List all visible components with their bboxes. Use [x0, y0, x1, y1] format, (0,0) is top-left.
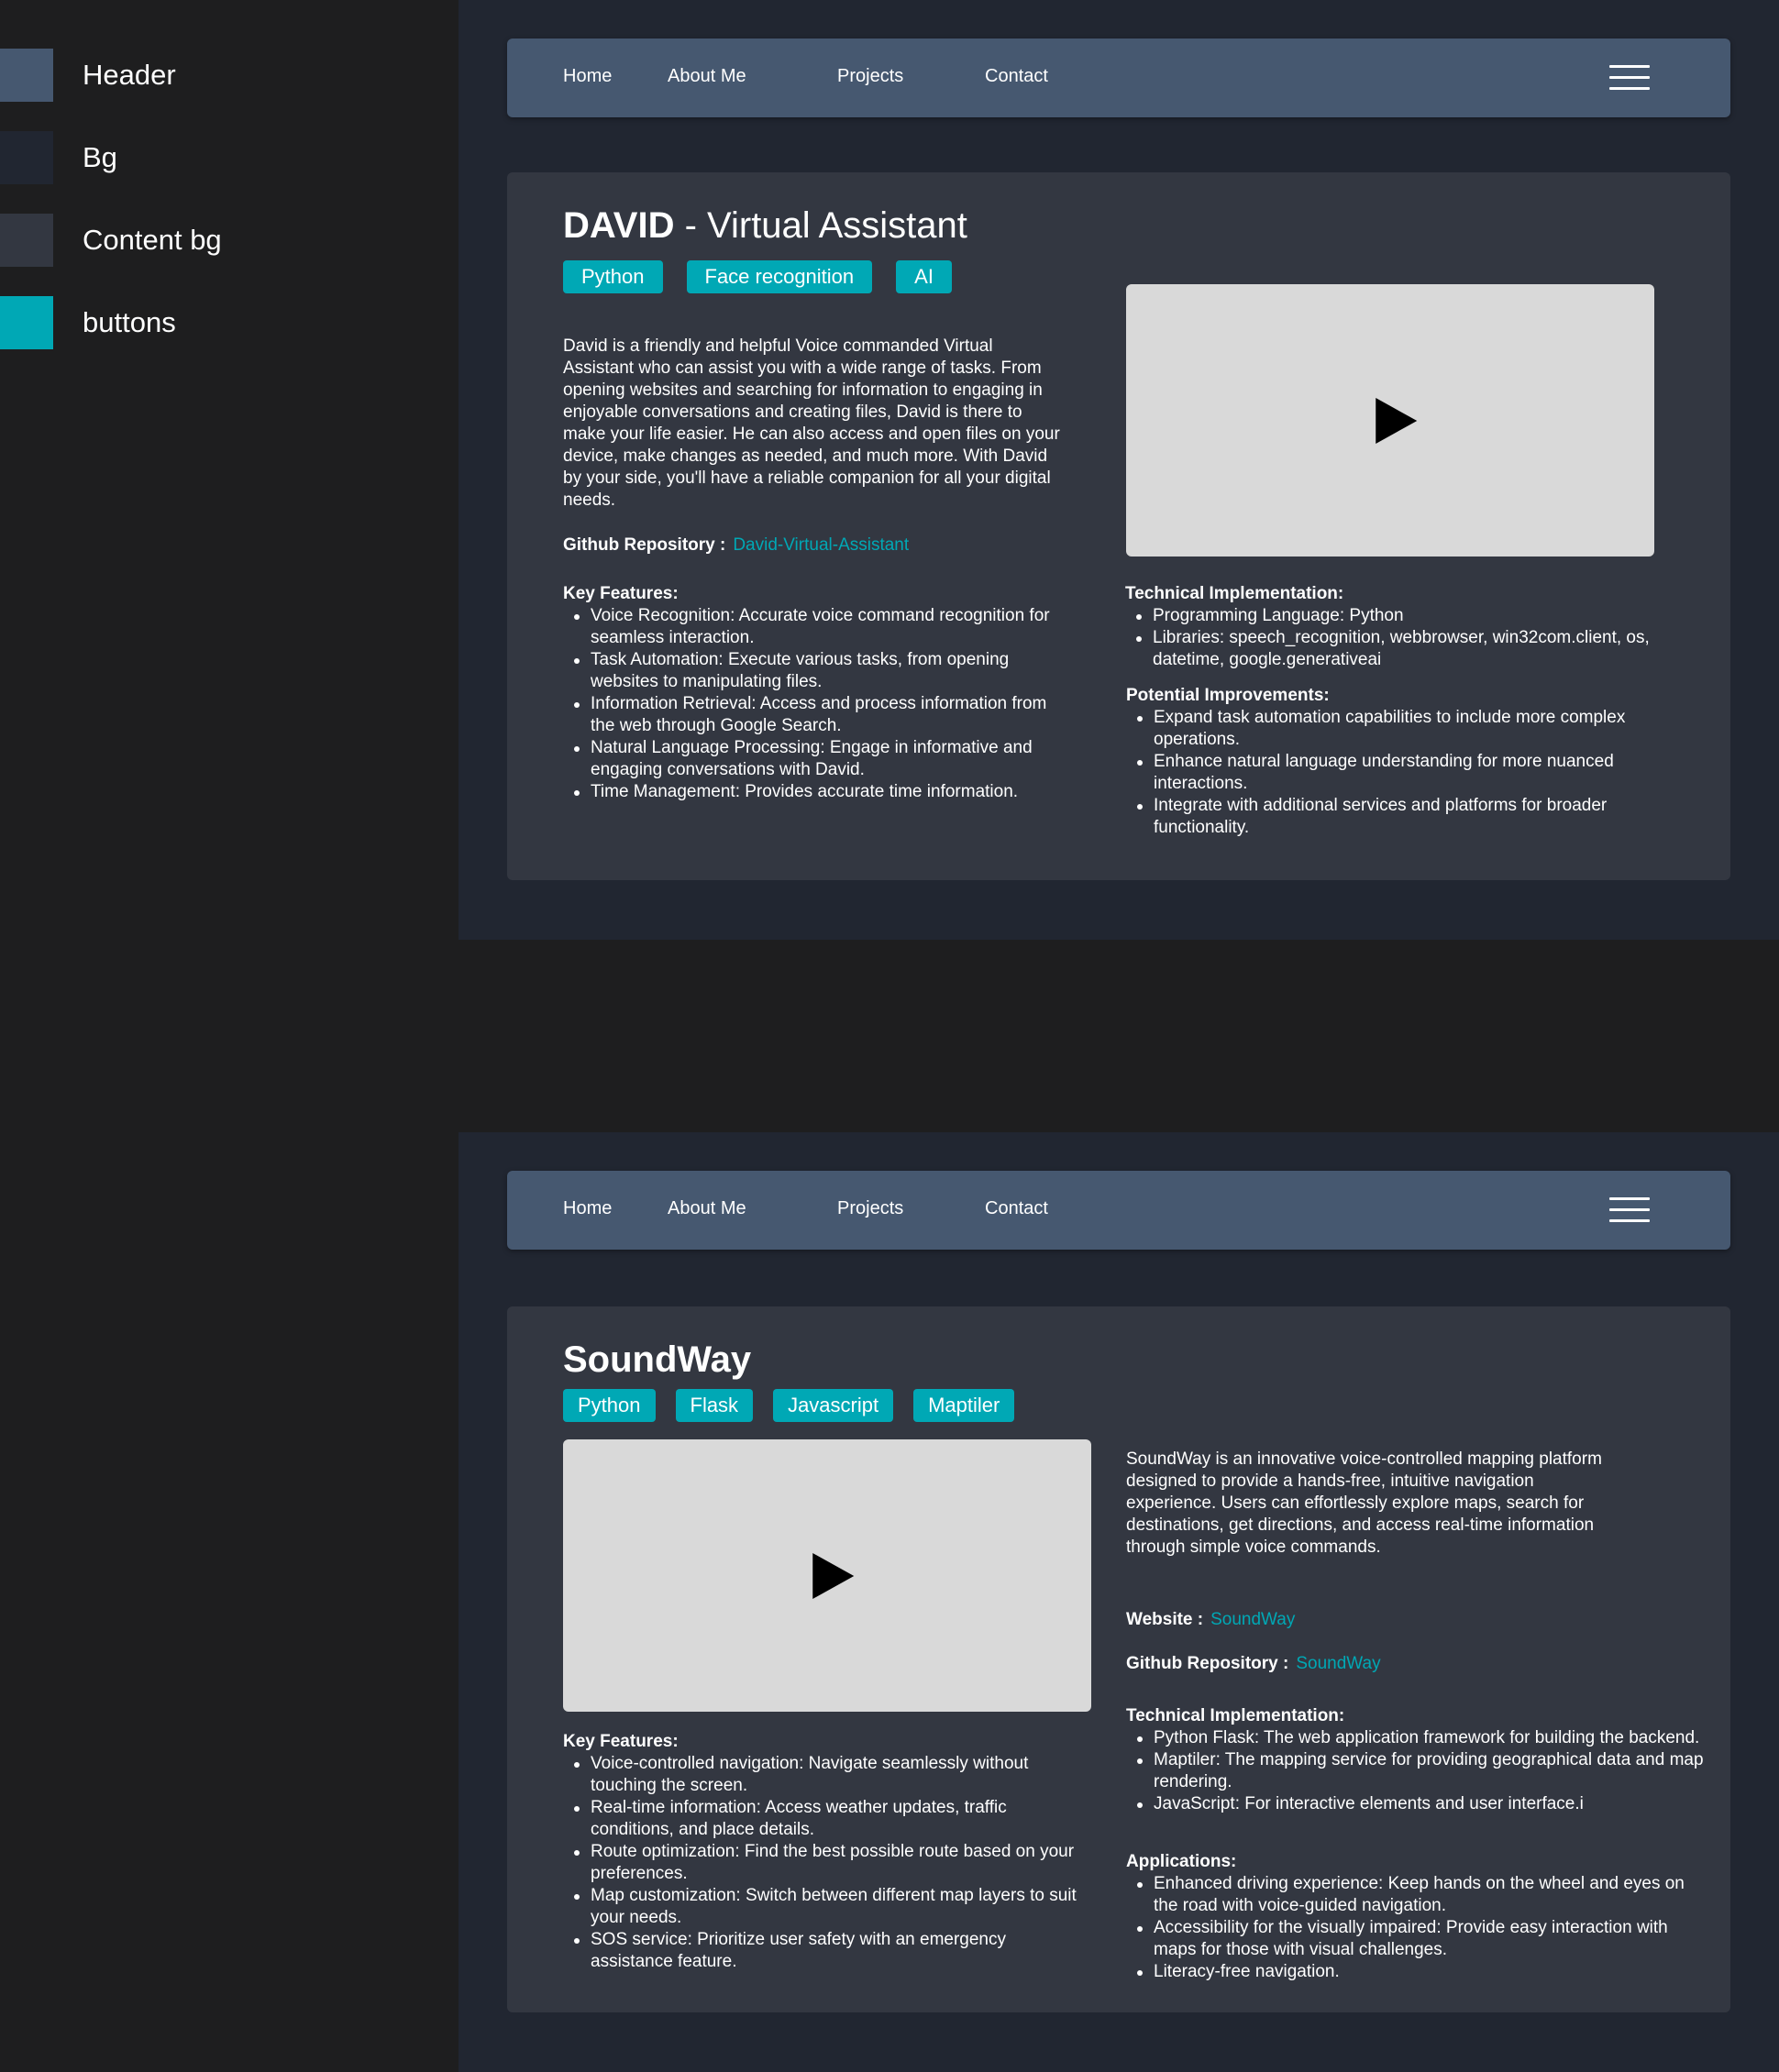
list-item: Voice Recognition: Accurate voice comman…: [563, 605, 1058, 649]
website-link[interactable]: SoundWay: [1210, 1610, 1295, 1629]
website-row: Website : SoundWay: [1126, 1610, 1295, 1630]
project-page-david: Home About Me Projects Contact DAVID - V…: [459, 0, 1779, 940]
list-item: Libraries: speech_recognition, webbrowse…: [1125, 627, 1694, 671]
swatch-buttons: [0, 296, 53, 349]
key-features-section: Key Features: Voice-controlled navigatio…: [563, 1731, 1077, 1973]
improvements-heading: Potential Improvements:: [1126, 686, 1330, 705]
tag-button[interactable]: Javascript: [773, 1389, 894, 1422]
list-item: Task Automation: Execute various tasks, …: [563, 649, 1058, 693]
swatch-bg: [0, 131, 53, 184]
nav-projects-link[interactable]: Projects: [837, 66, 903, 87]
project-description: SoundWay is an innovative voice-controll…: [1126, 1449, 1602, 1557]
nav-contact-link[interactable]: Contact: [985, 66, 1048, 87]
tech-implementation-section: Technical Implementation: Programming La…: [1125, 583, 1694, 671]
palette-row-content-bg: Content bg: [0, 214, 222, 267]
nav-home-link[interactable]: Home: [563, 66, 612, 87]
project-description: David is a friendly and helpful Voice co…: [563, 336, 1060, 510]
github-link[interactable]: David-Virtual-Assistant: [733, 535, 909, 555]
nav-projects-link[interactable]: Projects: [837, 1198, 903, 1219]
nav-about-link[interactable]: About Me: [668, 1198, 746, 1219]
github-label: Github Repository :: [563, 535, 726, 555]
palette-row-header: Header: [0, 49, 176, 102]
list-item: Maptiler: The mapping service for provid…: [1126, 1749, 1704, 1793]
project-title-rest: - Virtual Assistant: [674, 205, 967, 246]
list-item: JavaScript: For interactive elements and…: [1126, 1793, 1704, 1815]
swatch-label: Header: [83, 59, 176, 91]
swatch-content-bg: [0, 214, 53, 267]
nav-header: Home About Me Projects Contact: [507, 1171, 1730, 1250]
nav-home-link[interactable]: Home: [563, 1198, 612, 1219]
color-palette-legend: Header Bg Content bg buttons: [0, 0, 459, 2072]
list-item: Enhanced driving experience: Keep hands …: [1126, 1873, 1704, 1917]
github-label: Github Repository :: [1126, 1654, 1289, 1673]
swatch-header: [0, 49, 53, 102]
play-icon[interactable]: [812, 1552, 855, 1599]
key-features-section: Key Features: Voice Recognition: Accurat…: [563, 583, 1058, 803]
list-item: Accessibility for the visually impaired:…: [1126, 1917, 1704, 1961]
list-item: Literacy-free navigation.: [1126, 1961, 1704, 1983]
nav-contact-link[interactable]: Contact: [985, 1198, 1048, 1219]
improvements-section: Potential Improvements: Expand task auto…: [1126, 685, 1695, 839]
project-title: DAVID - Virtual Assistant: [563, 205, 967, 247]
project-title: SoundWay: [563, 1339, 751, 1381]
github-row: Github Repository : David-Virtual-Assista…: [563, 535, 909, 556]
list-item: Map customization: Switch between differ…: [563, 1885, 1077, 1929]
website-label: Website :: [1126, 1610, 1204, 1629]
list-item: Enhance natural language understanding f…: [1126, 751, 1695, 795]
list-item: Real-time information: Access weather up…: [563, 1797, 1077, 1841]
palette-row-bg: Bg: [0, 131, 117, 184]
tag-button[interactable]: Flask: [675, 1389, 754, 1422]
swatch-label: buttons: [83, 306, 176, 338]
swatch-label: Content bg: [83, 224, 222, 256]
hamburger-menu-icon[interactable]: [1609, 1197, 1650, 1223]
project-card: SoundWay Python Flask Javascript Maptile…: [507, 1306, 1730, 2012]
github-link[interactable]: SoundWay: [1296, 1654, 1380, 1673]
list-item: Programming Language: Python: [1125, 605, 1694, 627]
list-item: Python Flask: The web application framew…: [1126, 1727, 1704, 1749]
github-row: Github Repository : SoundWay: [1126, 1654, 1381, 1674]
tag-button[interactable]: Maptiler: [913, 1389, 1015, 1422]
video-player[interactable]: [1126, 284, 1654, 557]
project-page-soundway: Home About Me Projects Contact SoundWay …: [459, 1132, 1779, 2072]
project-card: DAVID - Virtual Assistant Python Face re…: [507, 172, 1730, 880]
tag-button[interactable]: AI: [896, 260, 952, 293]
list-item: Time Management: Provides accurate time …: [563, 781, 1058, 803]
tag-button[interactable]: Python: [563, 260, 663, 293]
list-item: Natural Language Processing: Engage in i…: [563, 737, 1058, 781]
tech-tags: Python Face recognition AI: [563, 260, 976, 293]
applications-section: Applications: Enhanced driving experienc…: [1126, 1851, 1704, 1983]
list-item: Route optimization: Find the best possib…: [563, 1841, 1077, 1885]
list-item: Integrate with additional services and p…: [1126, 795, 1695, 839]
tech-heading: Technical Implementation:: [1125, 584, 1344, 603]
hamburger-menu-icon[interactable]: [1609, 65, 1650, 91]
key-features-heading: Key Features:: [563, 584, 679, 603]
list-item: Information Retrieval: Access and proces…: [563, 693, 1058, 737]
nav-about-link[interactable]: About Me: [668, 66, 746, 87]
palette-row-buttons: buttons: [0, 296, 176, 349]
nav-header: Home About Me Projects Contact: [507, 39, 1730, 117]
project-title-bold: DAVID: [563, 205, 675, 246]
list-item: Voice-controlled navigation: Navigate se…: [563, 1753, 1077, 1797]
tech-tags: Python Flask Javascript Maptiler: [563, 1389, 1034, 1422]
key-features-heading: Key Features:: [563, 1732, 679, 1751]
video-player[interactable]: [563, 1439, 1091, 1712]
tag-button[interactable]: Face recognition: [686, 260, 873, 293]
applications-heading: Applications:: [1126, 1852, 1237, 1871]
tag-button[interactable]: Python: [563, 1389, 656, 1422]
tech-heading: Technical Implementation:: [1126, 1706, 1345, 1725]
list-item: Expand task automation capabilities to i…: [1126, 707, 1695, 751]
project-title-bold: SoundWay: [563, 1339, 752, 1380]
tech-implementation-section: Technical Implementation: Python Flask: …: [1126, 1705, 1704, 1815]
list-item: SOS service: Prioritize user safety with…: [563, 1929, 1077, 1973]
swatch-label: Bg: [83, 141, 117, 173]
play-icon[interactable]: [1376, 397, 1418, 444]
